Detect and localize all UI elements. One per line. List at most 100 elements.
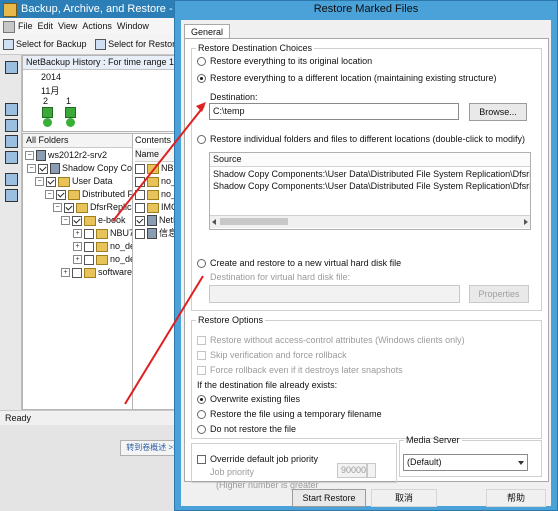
tape-icon[interactable] [5,135,18,148]
tree-item[interactable]: − e-book [61,214,126,227]
tab-general[interactable]: General [184,24,231,39]
tree-item-label: no_de [110,254,133,264]
job-priority-spinner[interactable] [367,463,376,478]
menu-actions[interactable]: Actions [82,21,112,31]
vhd-destination-input[interactable] [209,285,460,303]
source-column-header[interactable]: Source [210,153,530,167]
tree-item[interactable]: − ws2012r2-srv2 [25,149,107,162]
source-row[interactable]: Shadow Copy Components:\User Data\Distri… [213,181,530,191]
contents-header: Contents o [135,135,179,145]
source-row[interactable]: Shadow Copy Components:\User Data\Distri… [213,169,530,179]
item-checkbox[interactable] [135,215,145,226]
override-priority-checkbox[interactable] [197,455,206,464]
collapse-icon[interactable]: − [45,190,54,200]
expand-icon[interactable]: + [73,255,82,265]
radio-virtual-hard-disk[interactable] [197,259,206,268]
backup-check-icon[interactable] [42,107,53,118]
browse-button[interactable]: Browse... [469,103,527,121]
acl-checkbox[interactable] [197,336,206,345]
expand-icon[interactable]: + [73,229,82,239]
tree-item[interactable]: + NBU7 [73,227,133,240]
underlying-window-area [0,425,185,511]
tree-item-label: NBU7 [110,228,133,238]
select-for-restore-button[interactable]: Select for Restor [92,34,178,54]
media-server-select[interactable]: (Default) [403,454,528,471]
status-bar: Ready [0,410,190,425]
collapse-icon[interactable]: − [35,177,44,187]
tree-item[interactable]: + software [61,266,132,279]
menu-file[interactable]: File [18,21,33,31]
radio-overwrite[interactable] [197,395,206,404]
expand-icon[interactable]: + [73,242,82,252]
help-button[interactable]: 帮助 [486,489,546,507]
start-restore-button[interactable]: Start Restore [292,489,366,507]
tree-checkbox[interactable] [84,241,94,252]
collapse-icon[interactable]: − [27,164,36,174]
scroll-right-icon[interactable] [524,219,528,225]
sort-icon[interactable] [5,119,18,132]
radio-individual-locations[interactable] [197,135,206,144]
marked-icon[interactable] [5,189,18,202]
tree-checkbox[interactable] [84,254,94,265]
radio-temporary-filename[interactable] [197,410,206,419]
file-icon [147,228,157,240]
scrollbar-thumb[interactable] [220,218,288,225]
network-icon[interactable] [5,103,18,116]
tree-checkbox[interactable] [72,267,82,278]
system-menu-icon[interactable] [3,20,15,33]
skip-verification-checkbox[interactable] [197,351,206,360]
source-list[interactable]: Source Shadow Copy Components:\User Data… [209,152,531,230]
history-icon[interactable] [5,61,18,74]
tree-checkbox[interactable] [56,189,66,200]
tree-item[interactable]: − User Data [35,175,113,188]
do-not-restore-label: Do not restore the file [210,424,297,434]
tree-item[interactable]: + no_de [73,253,133,266]
folder-icon [147,189,159,200]
history-year: 2014 [41,72,62,82]
folder-icon [96,228,108,239]
tree-item[interactable]: − DfsrReplicate [53,201,132,214]
collapse-icon[interactable]: − [53,203,62,213]
tree-icon[interactable] [5,173,18,186]
tree-item[interactable]: − Shadow Copy Compor [27,162,132,175]
backup-check-icon[interactable] [65,107,76,118]
acl-label: Restore without access-control attribute… [210,335,465,345]
item-checkbox[interactable] [135,228,145,239]
collapse-icon[interactable]: − [25,151,34,161]
select-for-backup-button[interactable]: Select for Backup [0,34,90,54]
radio-different-location[interactable] [197,74,206,83]
item-checkbox[interactable] [135,163,145,174]
tree-item[interactable]: − Distributed File [45,188,132,201]
search-icon[interactable] [5,151,18,164]
netbackup-history-panel: NetBackup History : For time range 197 2… [22,55,189,132]
tree-checkbox[interactable] [64,202,74,213]
cancel-button[interactable]: 取消 [371,489,437,507]
radio-original-location[interactable] [197,57,206,66]
different-location-label: Restore everything to a different locati… [210,73,497,83]
menu-view[interactable]: View [58,21,77,31]
select-for-backup-label: Select for Backup [16,39,87,49]
list-item[interactable]: 信息 [135,227,177,240]
menu-edit[interactable]: Edit [38,21,54,31]
expand-icon[interactable]: + [61,268,70,278]
list-item[interactable]: NetB [135,214,179,227]
properties-button[interactable]: Properties [469,285,529,303]
tree-checkbox[interactable] [38,163,48,174]
tree-checkbox[interactable] [72,215,82,226]
tree-item[interactable]: + no_de [73,240,132,253]
source-horizontal-scrollbar[interactable] [210,215,530,228]
radio-do-not-restore[interactable] [197,425,206,434]
menu-window[interactable]: Window [117,21,149,31]
netbackup-app-icon [3,3,17,17]
scroll-left-icon[interactable] [212,219,216,225]
collapse-icon[interactable]: − [61,216,70,226]
destination-input[interactable]: C:\temp [209,103,459,120]
item-checkbox[interactable] [135,189,145,200]
item-checkbox[interactable] [135,202,145,213]
force-rollback-checkbox[interactable] [197,366,206,375]
item-checkbox[interactable] [135,176,145,187]
tree-checkbox[interactable] [46,176,56,187]
tree-checkbox[interactable] [84,228,94,239]
job-priority-input[interactable]: 90000 [337,463,367,478]
file-icon [147,202,159,213]
